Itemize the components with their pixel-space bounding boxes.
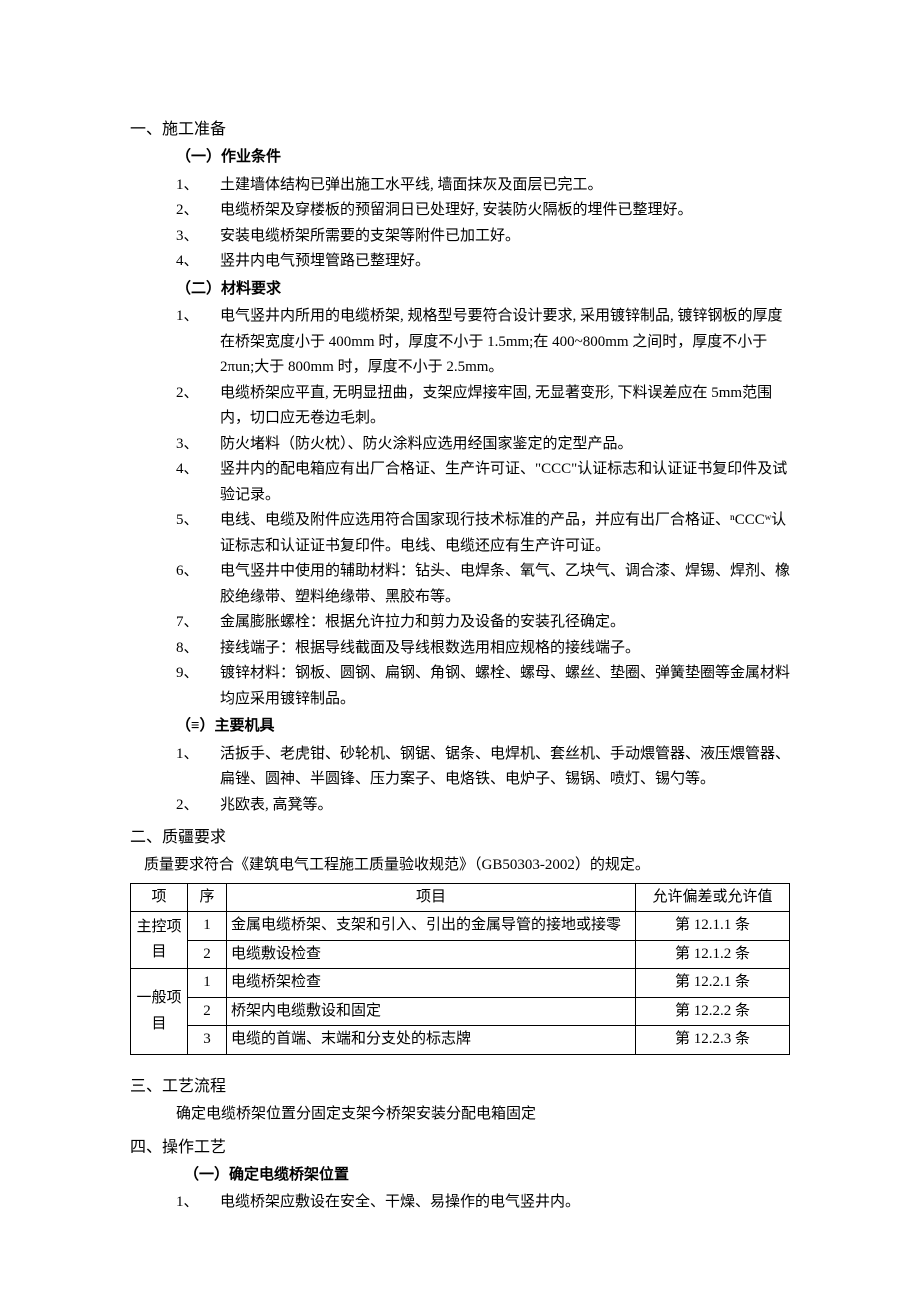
item-text: 镀锌材料：钢板、圆钢、扁钢、角钢、螺栓、螺母、螺丝、垫圈、弹簧垫圈等金属材料均应… xyxy=(220,661,790,712)
section-1-title: 一、施工准备 xyxy=(130,116,790,143)
seq-cell: 3 xyxy=(188,1026,227,1055)
item-number: 1、 xyxy=(176,1190,220,1216)
seq-cell: 2 xyxy=(188,940,227,969)
allow-cell: 第 12.2.3 条 xyxy=(636,1026,790,1055)
item-number: 1、 xyxy=(176,742,220,768)
item-text: 兆欧表, 高凳等。 xyxy=(220,793,790,819)
quality-table: 项 序 项目 允许偏差或允许值 主控项目1金属电缆桥架、支架和引入、引出的金属导… xyxy=(130,883,790,1055)
group-cell: 主控项目 xyxy=(131,912,188,969)
allow-cell: 第 12.2.1 条 xyxy=(636,969,790,998)
item-number: 7、 xyxy=(176,610,220,636)
list-item: 6、电气竖井中使用的辅助材料：钻头、电焊条、氧气、乙块气、调合漆、焊锡、焊剂、橡… xyxy=(176,559,790,610)
item-cell: 电缆的首端、末端和分支处的标志牌 xyxy=(227,1026,636,1055)
item-text: 竖井内的配电箱应有出厂合格证、生产许可证、"CCC"认证标志和认证证书复印件及试… xyxy=(220,457,790,508)
item-cell: 电缆桥架检查 xyxy=(227,969,636,998)
list-item: 3、安装电缆桥架所需要的支架等附件已加工好。 xyxy=(176,224,790,250)
item-text: 电气竖井中使用的辅助材料：钻头、电焊条、氧气、乙块气、调合漆、焊锡、焊剂、橡胶绝… xyxy=(220,559,790,610)
list-item: 1、电缆桥架应敷设在安全、干燥、易操作的电气竖井内。 xyxy=(176,1190,790,1216)
item-number: 2、 xyxy=(176,381,220,407)
list-item: 2、兆欧表, 高凳等。 xyxy=(176,793,790,819)
item-text: 电缆桥架应敷设在安全、干燥、易操作的电气竖井内。 xyxy=(220,1190,790,1216)
seq-cell: 1 xyxy=(188,969,227,998)
section-1b-title: （二）材料要求 xyxy=(176,277,790,303)
list-item: 7、金属膨胀螺栓：根据允许拉力和剪力及设备的安装孔径确定。 xyxy=(176,610,790,636)
section-4-title: 四、操作工艺 xyxy=(130,1134,790,1161)
table-row: 3电缆的首端、末端和分支处的标志牌第 12.2.3 条 xyxy=(131,1026,790,1055)
th-item: 项目 xyxy=(227,883,636,912)
item-number: 2、 xyxy=(176,793,220,819)
section-2-note: 质量要求符合《建筑电气工程施工质量验收规范》（GB50303-2002）的规定。 xyxy=(144,853,790,879)
seq-cell: 1 xyxy=(188,912,227,941)
section-1c-title: （≡）主要机具 xyxy=(176,714,790,740)
item-number: 1、 xyxy=(176,173,220,199)
item-text: 接线端子：根据导线截面及导线根数选用相应规格的接线端子。 xyxy=(220,636,790,662)
item-cell: 金属电缆桥架、支架和引入、引出的金属导管的接地或接零 xyxy=(227,912,636,941)
item-text: 竖井内电气预埋管路已整理好。 xyxy=(220,249,790,275)
list-item: 2、电缆桥架及穿楼板的预留洞日已处理好, 安装防火隔板的埋件已整理好。 xyxy=(176,198,790,224)
th-allow: 允许偏差或允许值 xyxy=(636,883,790,912)
item-cell: 电缆敷设检查 xyxy=(227,940,636,969)
table-row: 2电缆敷设检查第 12.1.2 条 xyxy=(131,940,790,969)
allow-cell: 第 12.1.1 条 xyxy=(636,912,790,941)
list-item: 9、镀锌材料：钢板、圆钢、扁钢、角钢、螺栓、螺母、螺丝、垫圈、弹簧垫圈等金属材料… xyxy=(176,661,790,712)
item-cell: 桥架内电缆敷设和固定 xyxy=(227,997,636,1026)
list-item: 1、土建墙体结构已弹出施工水平线, 墙面抹灰及面层已完工。 xyxy=(176,173,790,199)
table-row: 2桥架内电缆敷设和固定第 12.2.2 条 xyxy=(131,997,790,1026)
section-1c-list: 1、活扳手、老虎钳、砂轮机、钢锯、锯条、电焊机、套丝机、手动煨管器、液压煨管器、… xyxy=(130,742,790,819)
allow-cell: 第 12.1.2 条 xyxy=(636,940,790,969)
list-item: 3、防火堵料（防火枕）、防火涂料应选用经国家鉴定的定型产品。 xyxy=(176,432,790,458)
item-text: 电气竖井内所用的电缆桥架, 规格型号要符合设计要求, 采用镀锌制品, 镀锌钢板的… xyxy=(220,304,790,381)
item-text: 安装电缆桥架所需要的支架等附件已加工好。 xyxy=(220,224,790,250)
section-1b-list: 1、电气竖井内所用的电缆桥架, 规格型号要符合设计要求, 采用镀锌制品, 镀锌钢… xyxy=(130,304,790,712)
item-number: 3、 xyxy=(176,432,220,458)
list-item: 2、电缆桥架应平直, 无明显扭曲，支架应焊接牢固, 无显著变形, 下料误差应在 … xyxy=(176,381,790,432)
item-number: 4、 xyxy=(176,249,220,275)
list-item: 1、电气竖井内所用的电缆桥架, 规格型号要符合设计要求, 采用镀锌制品, 镀锌钢… xyxy=(176,304,790,381)
section-4a-list: 1、电缆桥架应敷设在安全、干燥、易操作的电气竖井内。 xyxy=(130,1190,790,1216)
item-number: 5、 xyxy=(176,508,220,534)
list-item: 5、电线、电缆及附件应选用符合国家现行技术标准的产品，并应有出厂合格证、ⁿCCC… xyxy=(176,508,790,559)
list-item: 4、竖井内的配电箱应有出厂合格证、生产许可证、"CCC"认证标志和认证证书复印件… xyxy=(176,457,790,508)
item-number: 4、 xyxy=(176,457,220,483)
th-seq: 序 xyxy=(188,883,227,912)
item-number: 8、 xyxy=(176,636,220,662)
seq-cell: 2 xyxy=(188,997,227,1026)
allow-cell: 第 12.2.2 条 xyxy=(636,997,790,1026)
list-item: 4、竖井内电气预埋管路已整理好。 xyxy=(176,249,790,275)
item-text: 活扳手、老虎钳、砂轮机、钢锯、锯条、电焊机、套丝机、手动煨管器、液压煨管器、扁锉… xyxy=(220,742,790,793)
th-group: 项 xyxy=(131,883,188,912)
section-1a-title: （一）作业条件 xyxy=(176,145,790,171)
item-number: 9、 xyxy=(176,661,220,687)
item-number: 3、 xyxy=(176,224,220,250)
item-text: 防火堵料（防火枕）、防火涂料应选用经国家鉴定的定型产品。 xyxy=(220,432,790,458)
item-text: 土建墙体结构已弹出施工水平线, 墙面抹灰及面层已完工。 xyxy=(220,173,790,199)
section-2-title: 二、质疆要求 xyxy=(130,824,790,851)
item-text: 电缆桥架及穿楼板的预留洞日已处理好, 安装防火隔板的埋件已整理好。 xyxy=(220,198,790,224)
list-item: 1、活扳手、老虎钳、砂轮机、钢锯、锯条、电焊机、套丝机、手动煨管器、液压煨管器、… xyxy=(176,742,790,793)
table-row: 主控项目1金属电缆桥架、支架和引入、引出的金属导管的接地或接零第 12.1.1 … xyxy=(131,912,790,941)
group-cell: 一般项目 xyxy=(131,969,188,1055)
list-item: 8、接线端子：根据导线截面及导线根数选用相应规格的接线端子。 xyxy=(176,636,790,662)
section-3-title: 三、工艺流程 xyxy=(130,1073,790,1100)
item-text: 电缆桥架应平直, 无明显扭曲，支架应焊接牢固, 无显著变形, 下料误差应在 5m… xyxy=(220,381,790,432)
section-4a-title: （一）确定电缆桥架位置 xyxy=(184,1163,790,1189)
table-row: 一般项目1电缆桥架检查第 12.2.1 条 xyxy=(131,969,790,998)
item-number: 2、 xyxy=(176,198,220,224)
item-text: 金属膨胀螺栓：根据允许拉力和剪力及设备的安装孔径确定。 xyxy=(220,610,790,636)
item-number: 6、 xyxy=(176,559,220,585)
item-text: 电线、电缆及附件应选用符合国家现行技术标准的产品，并应有出厂合格证、ⁿCCCʷ认… xyxy=(220,508,790,559)
section-1a-list: 1、土建墙体结构已弹出施工水平线, 墙面抹灰及面层已完工。2、电缆桥架及穿楼板的… xyxy=(130,173,790,275)
section-3-note: 确定电缆桥架位置分固定支架今桥架安装分配电箱固定 xyxy=(176,1102,790,1128)
item-number: 1、 xyxy=(176,304,220,330)
